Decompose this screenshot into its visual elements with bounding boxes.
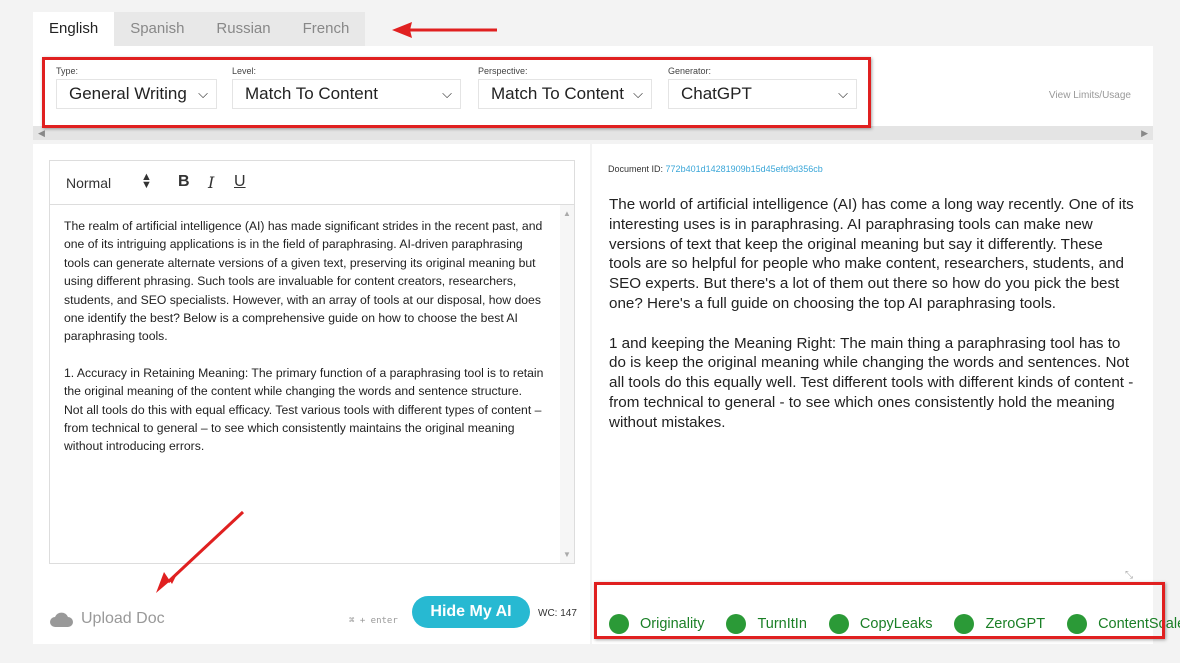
- italic-button[interactable]: I: [208, 173, 214, 192]
- upload-doc-button[interactable]: Upload Doc: [49, 610, 165, 628]
- resize-handle-icon[interactable]: ⤡: [1125, 570, 1133, 581]
- bold-button[interactable]: B: [178, 173, 190, 191]
- tab-english[interactable]: English: [33, 12, 115, 46]
- output-paragraph: 1 and keeping the Meaning Right: The mai…: [609, 334, 1134, 431]
- annotation-box-settings: [42, 57, 871, 128]
- editor-textarea[interactable]: The realm of artificial intelligence (AI…: [64, 217, 544, 474]
- input-panel: Normal ▲ ▼ B I U The realm of artificial …: [33, 144, 590, 644]
- format-select[interactable]: Normal: [66, 175, 111, 191]
- docid-label: Document ID:: [608, 164, 664, 174]
- language-tabs: English Spanish Russian French: [33, 12, 366, 46]
- scroll-up-icon[interactable]: ▲: [563, 209, 571, 218]
- word-count: WC: 147: [538, 608, 577, 619]
- vertical-scrollbar[interactable]: ▲ ▼: [560, 205, 574, 563]
- cloud-upload-icon: [50, 612, 73, 627]
- document-id: Document ID: 772b401d14281909b15d45efd9d…: [608, 164, 823, 174]
- horizontal-scrollbar[interactable]: ◀ ▶: [33, 126, 1153, 140]
- underline-button[interactable]: U: [234, 173, 246, 191]
- docid-value[interactable]: 772b401d14281909b15d45efd9d356cb: [666, 164, 823, 174]
- tab-french[interactable]: French: [286, 12, 366, 46]
- updown-icon[interactable]: ▲ ▼: [141, 172, 152, 191]
- shortcut-hint: ⌘ + enter: [349, 616, 398, 626]
- tab-russian[interactable]: Russian: [200, 12, 287, 46]
- text-editor: Normal ▲ ▼ B I U The realm of artificial …: [49, 160, 575, 564]
- annotation-box-detectors: [594, 582, 1165, 639]
- scroll-right-icon[interactable]: ▶: [1141, 126, 1148, 140]
- editor-paragraph: The realm of artificial intelligence (AI…: [64, 219, 543, 344]
- scroll-left-icon[interactable]: ◀: [38, 126, 45, 140]
- output-text[interactable]: The world of artificial intelligence (AI…: [609, 195, 1134, 452]
- hide-my-ai-button[interactable]: Hide My AI: [412, 596, 530, 628]
- scroll-down-icon[interactable]: ▼: [563, 550, 571, 559]
- editor-paragraph: 1. Accuracy in Retaining Meaning: The pr…: [64, 365, 544, 454]
- tab-spanish[interactable]: Spanish: [114, 12, 201, 46]
- editor-toolbar: Normal ▲ ▼ B I U: [50, 161, 574, 205]
- view-limits-link[interactable]: View Limits/Usage: [1049, 90, 1131, 101]
- output-panel: Document ID: 772b401d14281909b15d45efd9d…: [592, 144, 1180, 644]
- output-paragraph: The world of artificial intelligence (AI…: [609, 196, 1134, 312]
- upload-label: Upload Doc: [81, 610, 165, 627]
